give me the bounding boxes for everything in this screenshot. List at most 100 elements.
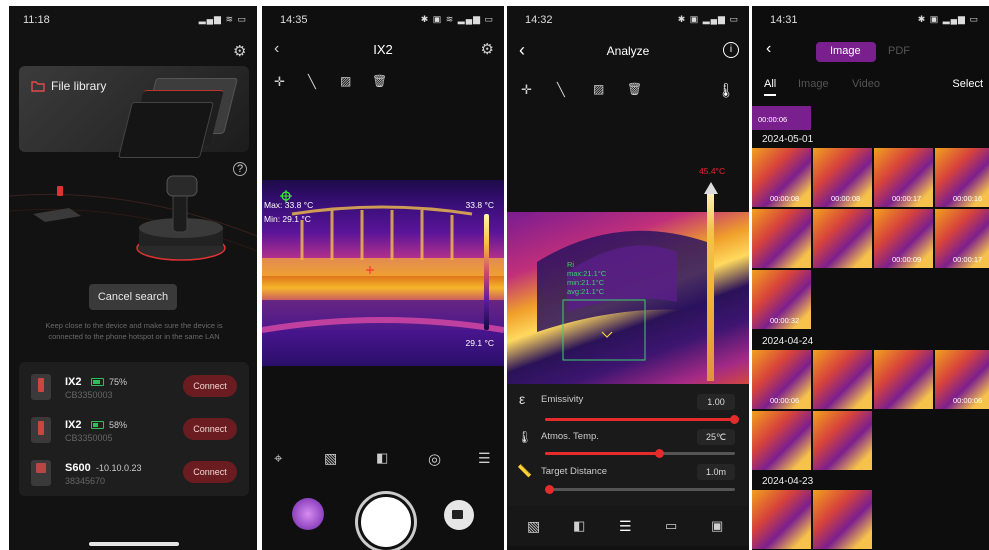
info-icon[interactable]: i bbox=[723, 42, 739, 58]
emissivity-slider[interactable] bbox=[545, 415, 739, 424]
gear-icon[interactable]: ⚙ bbox=[233, 42, 246, 60]
palette-icon[interactable]: ◧ bbox=[573, 518, 585, 534]
emissivity-icon: ε bbox=[519, 391, 526, 407]
gear-icon[interactable]: ⚙ bbox=[481, 40, 494, 58]
thermal-live-image[interactable]: Max: 33.8 °C Min: 29.1 °C 33.8 °C 29.1 °… bbox=[262, 180, 504, 366]
area-tool-icon[interactable]: ▨ bbox=[593, 82, 604, 96]
media-thumbnail[interactable]: 00:00:06 bbox=[752, 350, 811, 409]
palette-icon[interactable]: ◧ bbox=[376, 450, 388, 466]
back-icon[interactable]: ‹ bbox=[766, 40, 771, 58]
point-tool-icon[interactable]: ✛ bbox=[274, 74, 285, 90]
media-thumbnail[interactable] bbox=[813, 411, 872, 470]
device-thumbnail bbox=[31, 460, 51, 486]
status-icons: ✱ ▣ ▂▄▆ ▭ bbox=[917, 14, 979, 24]
connect-button[interactable]: Connect bbox=[183, 461, 237, 483]
video-record-button[interactable] bbox=[444, 500, 474, 530]
device-row[interactable]: IX2 75% CB3350003 Connect bbox=[19, 366, 249, 408]
capture-button[interactable] bbox=[358, 494, 414, 550]
temperature-scale-bar bbox=[484, 214, 489, 330]
media-thumbnail[interactable]: 00:00:09 bbox=[874, 209, 933, 268]
date-header: 2024-04-23 bbox=[762, 476, 814, 487]
media-thumbnail[interactable]: 00:00:08 bbox=[813, 148, 872, 207]
media-thumbnail[interactable] bbox=[752, 490, 811, 549]
trash-icon[interactable]: 🗑 bbox=[627, 82, 642, 96]
save-as-icon[interactable]: ▭ bbox=[665, 518, 677, 534]
battery-percent: 58% bbox=[109, 420, 128, 430]
media-thumbnail[interactable]: 00:00:08 bbox=[752, 148, 811, 207]
battery-percent: 75% bbox=[109, 377, 128, 387]
aperture-icon[interactable]: ◎ bbox=[428, 450, 441, 468]
analyze-screen: 14:32 ✱ ▣ ▂▄▆ ▭ ‹ Analyze i ✛ ╲ ▨ 🗑 🌡 45… bbox=[507, 6, 749, 550]
file-library-screen: 14:31 ✱ ▣ ▂▄▆ ▭ ‹ Image PDF All Image Vi… bbox=[752, 6, 989, 550]
media-thumbnail[interactable]: 00:00:06 bbox=[752, 106, 811, 130]
media-thumbnail[interactable] bbox=[813, 490, 872, 549]
status-icons: ▂▄▆ ≋ ▭ bbox=[198, 14, 247, 24]
save-icon[interactable]: ▣ bbox=[711, 518, 723, 534]
adjust-icon[interactable]: ☰ bbox=[619, 518, 632, 535]
media-thumbnail[interactable] bbox=[813, 350, 872, 409]
scale-top-label: 33.8 °C bbox=[465, 200, 494, 210]
device-thumbnail bbox=[31, 374, 51, 400]
device-serial: 38345670 bbox=[65, 476, 106, 486]
device-name: IX2 bbox=[65, 419, 82, 431]
range-handle[interactable] bbox=[704, 182, 718, 194]
tab-image[interactable]: Image bbox=[830, 45, 861, 57]
home-indicator bbox=[89, 542, 179, 546]
distance-slider[interactable] bbox=[545, 485, 735, 494]
media-thumbnail[interactable]: 00:00:17 bbox=[935, 209, 989, 268]
media-thumbnail[interactable] bbox=[874, 350, 933, 409]
thermometer-icon[interactable]: 🌡 bbox=[717, 82, 735, 99]
image-mode-icon[interactable]: ▧ bbox=[324, 450, 337, 467]
param-label: Atmos. Temp. bbox=[541, 431, 599, 442]
media-thumbnail[interactable] bbox=[813, 209, 872, 268]
point-tool-icon[interactable]: ✛ bbox=[521, 82, 532, 98]
media-thumbnail[interactable]: 00:00:16 bbox=[935, 148, 989, 207]
atmos-temp-slider[interactable] bbox=[545, 449, 735, 458]
crosshair-icon[interactable]: ⌖ bbox=[274, 450, 282, 467]
device-row[interactable]: IX2 58% CB3350005 Connect bbox=[19, 409, 249, 451]
filter-video[interactable]: Video bbox=[852, 78, 880, 90]
tab-pdf[interactable]: PDF bbox=[888, 45, 910, 57]
line-tool-icon[interactable]: ╲ bbox=[308, 74, 316, 90]
cancel-search-button[interactable]: Cancel search bbox=[89, 284, 177, 310]
battery-icon bbox=[91, 378, 104, 386]
temperature-range-bar[interactable] bbox=[707, 191, 714, 381]
page-title: IX2 bbox=[373, 42, 393, 57]
media-thumbnail[interactable]: 00:00:17 bbox=[874, 148, 933, 207]
gallery-thumbnail[interactable] bbox=[292, 498, 324, 530]
image-mode-icon[interactable]: ▧ bbox=[527, 518, 540, 535]
measure-toolbar: ✛ ╲ ▨ 🗑 🌡 bbox=[507, 82, 749, 102]
trash-icon[interactable]: 🗑 bbox=[372, 74, 387, 88]
battery-icon bbox=[91, 421, 104, 429]
device-serial: CB3350003 bbox=[65, 390, 113, 400]
line-tool-icon[interactable]: ╲ bbox=[557, 82, 565, 98]
bottom-toolbar: ▧ ◧ ☰ ▭ ▣ bbox=[507, 506, 749, 546]
param-value[interactable]: 25℃ bbox=[697, 429, 735, 445]
connect-button[interactable]: Connect bbox=[183, 418, 237, 440]
param-value[interactable]: 1.00 bbox=[697, 394, 735, 410]
media-thumbnail[interactable] bbox=[752, 411, 811, 470]
area-tool-icon[interactable]: ▨ bbox=[340, 74, 351, 88]
ruler-icon: 📏 bbox=[517, 464, 532, 478]
device-name: S600 bbox=[65, 462, 91, 474]
file-library-card[interactable]: File library bbox=[19, 66, 249, 158]
param-value[interactable]: 1.0m bbox=[697, 464, 735, 480]
max-temp-label: Max: 33.8 °C bbox=[264, 200, 314, 210]
device-row[interactable]: S600 -10.10.0.23 38345670 Connect bbox=[19, 452, 249, 494]
live-view-screen: 14:35 ✱ ▣ ≋ ▂▄▆ ▭ ‹ IX2 ⚙ ✛ ╲ ▨ 🗑 Max: 3… bbox=[262, 6, 504, 550]
device-thumbnail bbox=[31, 417, 51, 443]
media-thumbnail[interactable]: 00:00:06 bbox=[935, 350, 989, 409]
status-icons: ✱ ▣ ≋ ▂▄▆ ▭ bbox=[420, 14, 494, 24]
filter-image[interactable]: Image bbox=[798, 78, 829, 90]
status-time: 14:35 bbox=[280, 14, 308, 26]
connect-button[interactable]: Connect bbox=[183, 375, 237, 397]
roi-avg: avg:21.1°C bbox=[567, 287, 605, 296]
media-thumbnail[interactable] bbox=[752, 209, 811, 268]
adjust-icon[interactable]: ☰ bbox=[478, 450, 491, 467]
media-thumbnail[interactable]: 00:00:32 bbox=[752, 270, 811, 329]
filter-all[interactable]: All bbox=[764, 78, 776, 90]
status-bar: 14:31 ✱ ▣ ▂▄▆ ▭ bbox=[752, 6, 989, 32]
device-serial: CB3350005 bbox=[65, 433, 113, 443]
select-button[interactable]: Select bbox=[952, 78, 983, 90]
status-bar: 14:32 ✱ ▣ ▂▄▆ ▭ bbox=[507, 6, 749, 32]
